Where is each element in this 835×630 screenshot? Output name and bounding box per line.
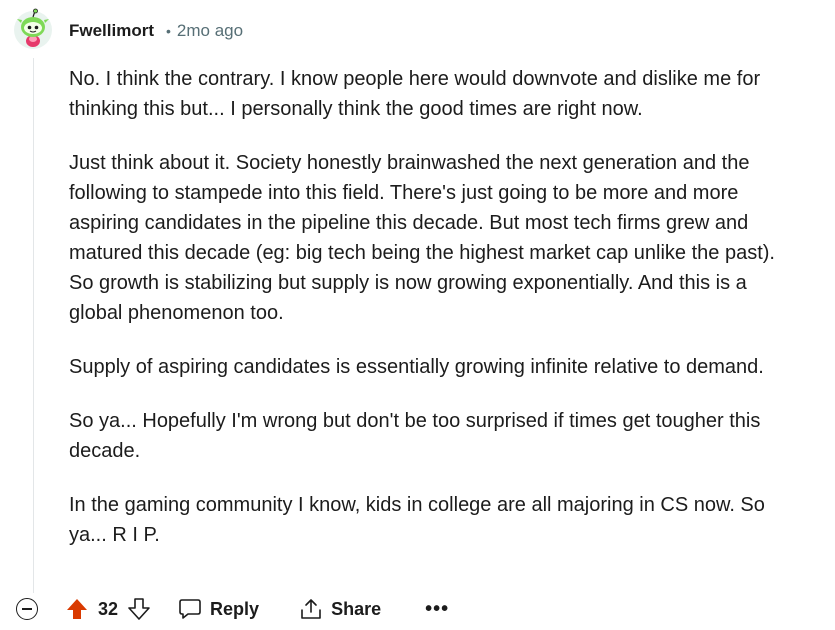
- speech-bubble-icon: [179, 599, 201, 619]
- author-name[interactable]: Fwellimort: [69, 21, 154, 41]
- upvote-arrow-icon[interactable]: [66, 598, 88, 620]
- comment-actions: 32 Reply Share •••: [16, 592, 449, 626]
- meta-separator: •: [166, 23, 171, 39]
- collapse-button[interactable]: [16, 598, 38, 620]
- share-icon: [301, 599, 321, 619]
- more-options-icon[interactable]: •••: [425, 598, 449, 621]
- comment-body: No. I think the contrary. I know people …: [69, 64, 799, 574]
- share-label: Share: [331, 598, 382, 619]
- comment-header: Fwellimort • 2mo ago: [69, 19, 243, 43]
- vote-score: 32: [98, 598, 119, 619]
- share-button[interactable]: Share: [299, 598, 381, 620]
- comment-paragraph: So ya... Hopefully I'm wrong but don't b…: [69, 410, 761, 462]
- collapse-thread-icon: [22, 608, 32, 610]
- comment-paragraph: Supply of aspiring candidates is essenti…: [69, 356, 764, 378]
- reply-label: Reply: [210, 598, 260, 619]
- comment-paragraph: In the gaming community I know, kids in …: [69, 494, 765, 546]
- downvote-arrow-icon[interactable]: [128, 598, 150, 620]
- avatar[interactable]: [12, 8, 54, 50]
- snoo-avatar-icon: [14, 8, 52, 49]
- thread-line[interactable]: [33, 58, 34, 593]
- reply-button[interactable]: Reply: [178, 598, 259, 620]
- comment-paragraph: No. I think the contrary. I know people …: [69, 68, 761, 120]
- vote-group: 32: [66, 598, 150, 620]
- comment-age[interactable]: 2mo ago: [177, 21, 243, 41]
- comment-paragraph: Just think about it. Society honestly br…: [69, 152, 775, 324]
